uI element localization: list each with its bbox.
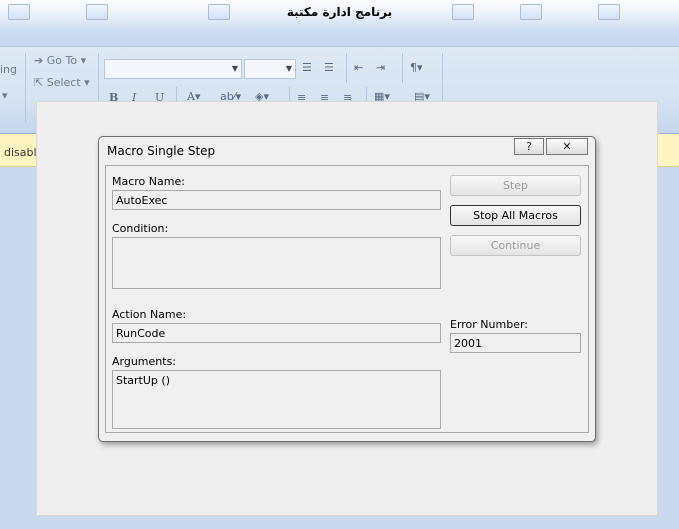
action-name-label: Action Name:: [112, 308, 187, 321]
select-button[interactable]: ⇱ Select ▾: [34, 76, 90, 89]
arguments-label: Arguments:: [112, 355, 177, 368]
chevron-down-icon: ▾: [84, 76, 90, 89]
ribbon-partial-arrow: ▾: [2, 89, 8, 102]
close-icon: ✕: [562, 140, 572, 153]
question-icon: ?: [526, 140, 532, 153]
ribbon-partial-label: ing: [0, 63, 18, 76]
numbering-icon[interactable]: ☰: [324, 61, 334, 74]
dialog-title: Macro Single Step: [107, 144, 216, 158]
font-name-combo[interactable]: ▼: [104, 59, 242, 79]
condition-field[interactable]: [112, 237, 441, 289]
action-name-field[interactable]: RunCode: [112, 323, 441, 343]
arguments-field[interactable]: StartUp (): [112, 370, 441, 429]
app-title: برنامج ادارة مكتبة: [286, 5, 393, 19]
cursor-icon: ⇱: [34, 76, 44, 89]
decrease-indent-icon[interactable]: ⇤: [354, 61, 363, 74]
step-button[interactable]: Step: [450, 175, 581, 196]
chevron-down-icon: ▾: [80, 54, 87, 67]
goto-button[interactable]: ➔ Go To ▾: [34, 54, 86, 67]
increase-indent-icon[interactable]: ⇥: [376, 61, 385, 74]
macro-name-field[interactable]: AutoExec: [112, 190, 441, 210]
stop-all-macros-button[interactable]: Stop All Macros: [450, 205, 581, 226]
select-label: Select: [46, 76, 81, 89]
bullets-icon[interactable]: ☰: [302, 61, 312, 74]
error-number-label: Error Number:: [450, 318, 529, 331]
chevron-down-icon: ▼: [285, 64, 292, 73]
macro-single-step-dialog: Macro Single Step ? ✕ Macro Name: AutoEx…: [98, 136, 596, 442]
error-number-field[interactable]: 2001: [450, 333, 581, 353]
arrow-right-icon: ➔: [34, 54, 44, 67]
help-button[interactable]: ?: [514, 138, 544, 155]
paragraph-icon: ¶: [410, 61, 417, 74]
close-button[interactable]: ✕: [546, 138, 588, 155]
font-size-combo[interactable]: ▼: [244, 59, 296, 79]
message-bar-text: disabl: [4, 146, 37, 159]
chevron-down-icon: ▼: [231, 64, 238, 73]
chevron-down-icon: ▾: [417, 61, 423, 74]
dialog-content-panel: Macro Name: AutoExec Condition: Action N…: [105, 165, 589, 433]
paragraph-direction-button[interactable]: ¶▾: [410, 61, 423, 74]
ribbon-separator: [25, 53, 26, 123]
continue-button[interactable]: Continue: [450, 235, 581, 256]
macro-name-label: Macro Name:: [112, 175, 185, 188]
condition-label: Condition:: [112, 222, 169, 235]
ribbon-separator: [402, 53, 403, 83]
ribbon-separator: [346, 53, 347, 83]
goto-label: Go To: [46, 54, 78, 67]
window-titlebar: برنامج ادارة مكتبة: [0, 0, 679, 46]
